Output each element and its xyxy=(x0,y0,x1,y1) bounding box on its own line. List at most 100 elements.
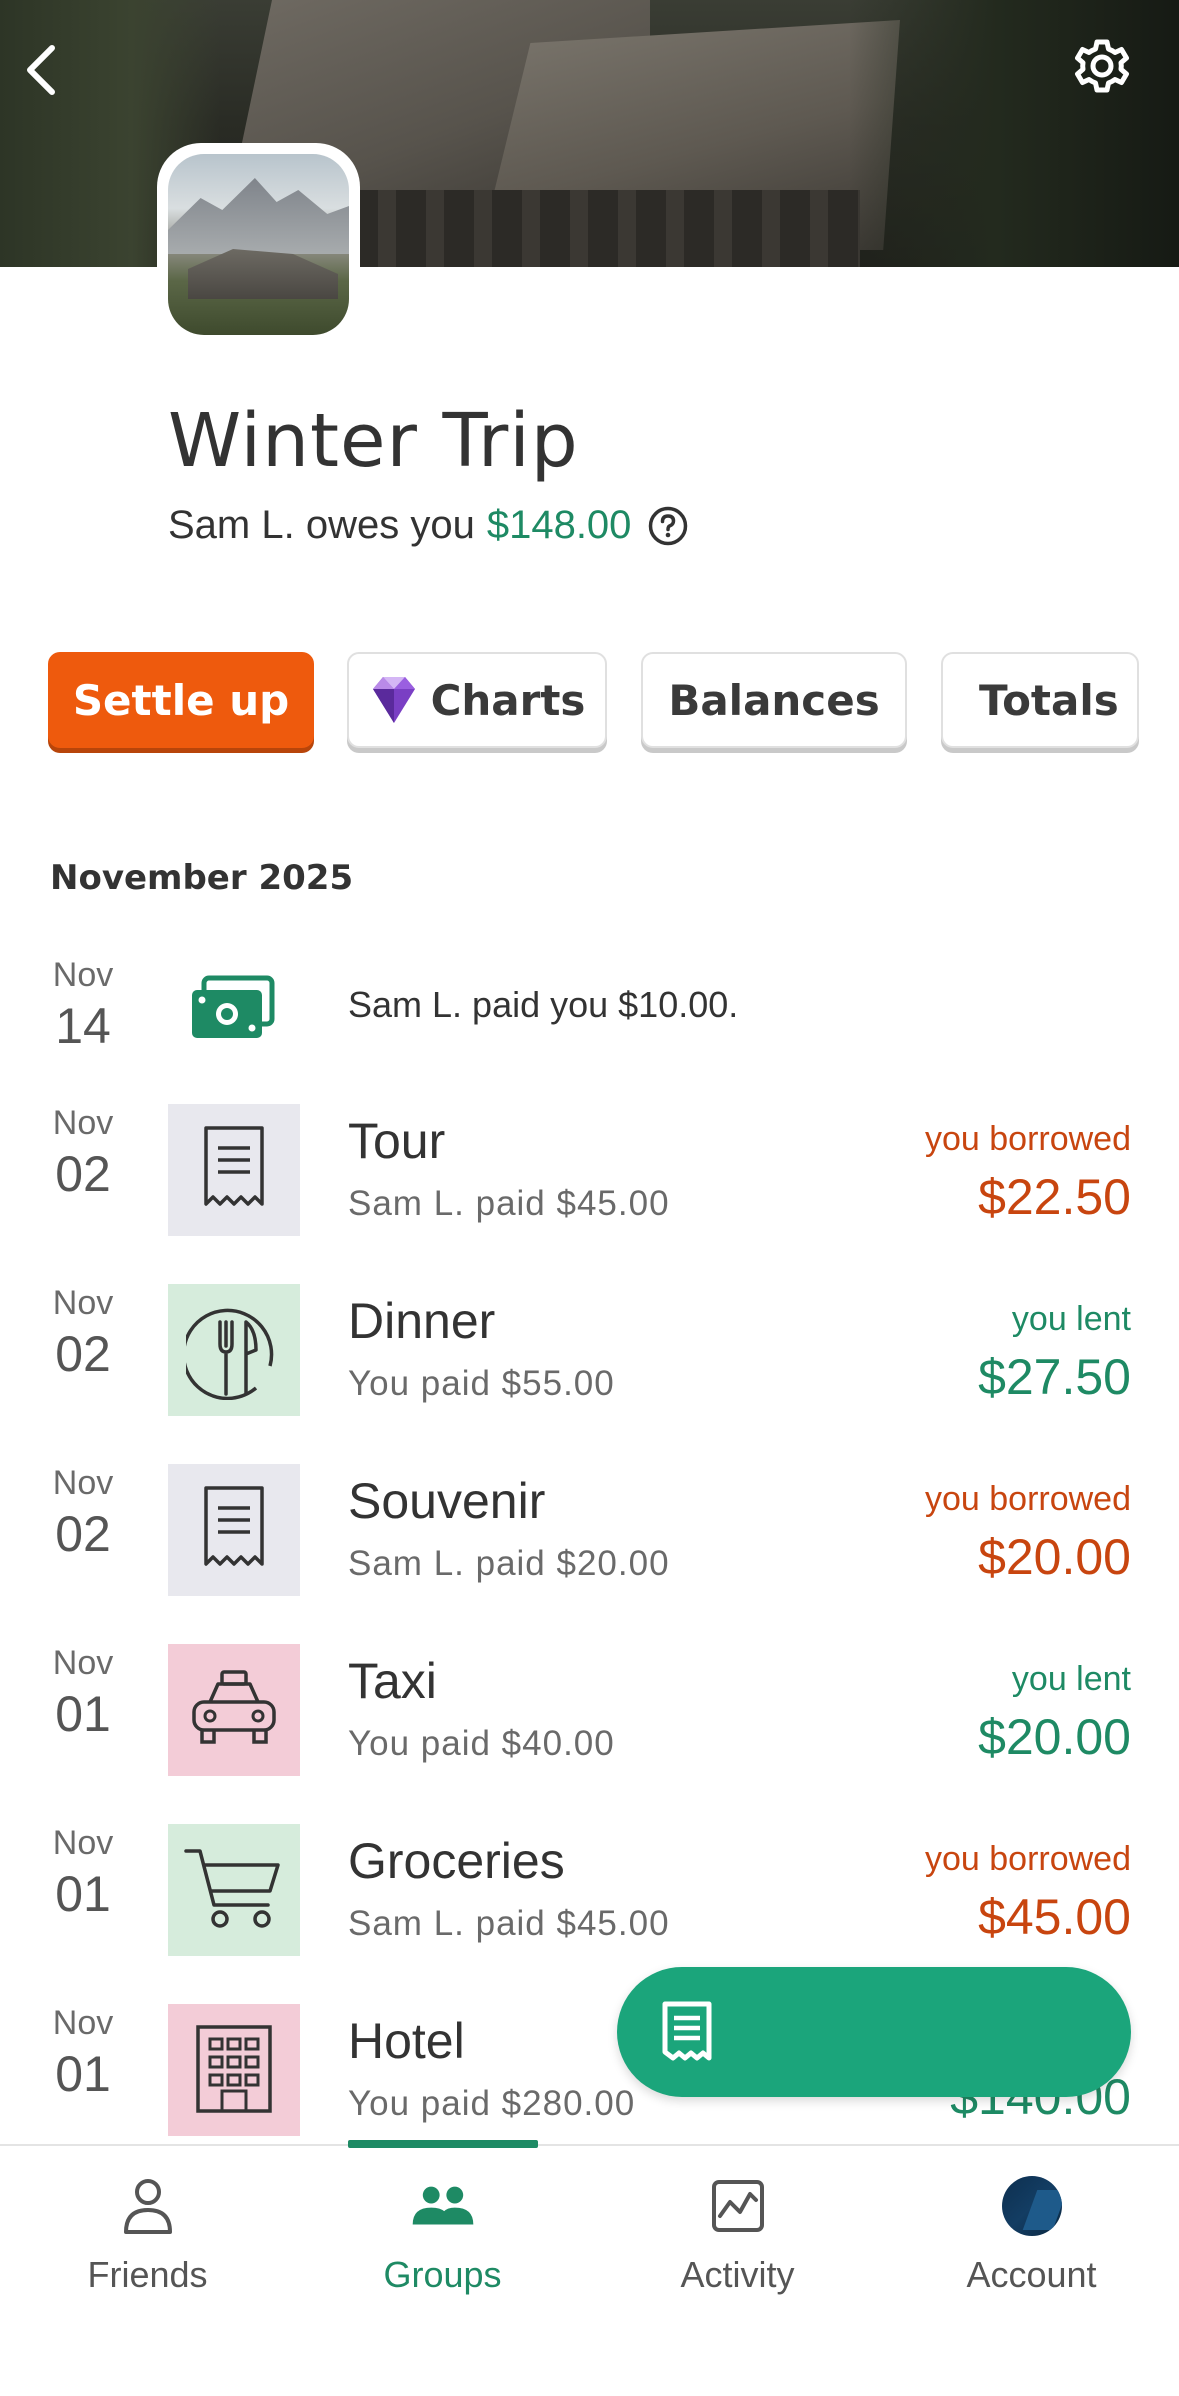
expense-row[interactable]: Nov 02 Souvenir Sam L. paid $20.00 you borro… xyxy=(0,1464,1179,1614)
entry-day: 02 xyxy=(55,1146,111,1202)
bottom-tab-bar: Friends Groups Activity Account xyxy=(0,2140,1179,2396)
expense-amount: $27.50 xyxy=(978,1349,1131,1405)
expense-title: Tour xyxy=(348,1113,446,1169)
expense-title: Souvenir xyxy=(348,1473,546,1529)
balance-amount: $148.00 xyxy=(486,503,632,547)
entry-day: 02 xyxy=(55,1506,111,1562)
group-avatar-image xyxy=(168,154,349,335)
expense-status: you borrowed xyxy=(924,1120,1131,1158)
account-avatar xyxy=(1001,2176,1062,2236)
entry-month: Nov xyxy=(52,1824,114,1862)
dining-icon xyxy=(181,1296,282,1405)
expense-payer: Sam L. paid $45.00 xyxy=(348,1904,670,1943)
expense-amount: $22.50 xyxy=(978,1169,1131,1225)
entry-month: Nov xyxy=(52,1644,114,1682)
entry-day: 14 xyxy=(55,998,111,1054)
entry-month: Nov xyxy=(52,2004,114,2042)
payment-text: Sam L. paid you $10.00. xyxy=(348,984,739,1025)
taxi-icon xyxy=(186,1666,282,1755)
receipt-icon xyxy=(662,2001,712,2061)
balances-button[interactable]: Balances xyxy=(641,652,907,748)
tab-friends-label: Friends xyxy=(87,2254,208,2295)
avatar-lodge xyxy=(188,249,338,299)
expense-row[interactable]: Nov 02 Dinner You paid $55.00 you lent $27.50 xyxy=(0,1284,1179,1434)
entry-date: Nov 14 xyxy=(20,956,146,1055)
category-tile xyxy=(168,1824,300,1956)
cash-icon xyxy=(192,975,275,1038)
expense-title: Hotel xyxy=(348,2013,465,2069)
expense-row[interactable]: Nov 01 Groceries Sam L. paid $45.00 you borr… xyxy=(0,1824,1179,1974)
group-title: Winter Trip xyxy=(168,398,579,484)
totals-button[interactable]: Totals xyxy=(941,652,1139,748)
balance-prefix: Sam L. owes you xyxy=(168,503,475,547)
tab-friends[interactable]: Friends xyxy=(0,2146,295,2326)
expense-status: you lent xyxy=(1011,1300,1131,1338)
expense-payer: Sam L. paid $45.00 xyxy=(348,1184,670,1223)
tab-groups[interactable]: Groups xyxy=(295,2146,590,2326)
entry-date: Nov 02 xyxy=(20,1464,146,1563)
activity-chart-icon xyxy=(711,2180,764,2232)
expense-title: Dinner xyxy=(348,1293,496,1349)
category-tile xyxy=(168,2004,300,2136)
tab-activity[interactable]: Activity xyxy=(590,2146,885,2326)
entry-day: 01 xyxy=(55,1686,111,1742)
tab-account-label: Account xyxy=(966,2254,1097,2295)
month-section-header: November 2025 xyxy=(50,858,354,898)
entry-month: Nov xyxy=(52,1464,114,1502)
group-icon xyxy=(412,2186,473,2225)
entry-date: Nov 01 xyxy=(20,1824,146,1923)
entry-date: Nov 01 xyxy=(20,2004,146,2103)
payment-row[interactable]: Nov 14 Sam L. paid you $10.00. xyxy=(0,956,1179,1066)
receipt-icon xyxy=(194,1122,274,1219)
tab-account[interactable]: Account xyxy=(884,2146,1179,2326)
hotel-icon xyxy=(192,2021,276,2120)
expense-amount: $20.00 xyxy=(978,1709,1131,1765)
charts-label: Charts xyxy=(430,675,586,725)
back-button[interactable] xyxy=(18,40,64,100)
add-expense-button[interactable] xyxy=(617,1967,1131,2097)
group-avatar[interactable] xyxy=(157,143,360,346)
totals-label: Totals xyxy=(979,675,1119,725)
receipt-icon xyxy=(194,1482,274,1579)
chevron-left-icon xyxy=(27,45,55,95)
tab-activity-label: Activity xyxy=(680,2254,795,2295)
expense-payer: Sam L. paid $20.00 xyxy=(348,1544,670,1583)
expense-status: you borrowed xyxy=(924,1480,1131,1518)
charts-button[interactable]: Charts xyxy=(347,652,607,748)
category-tile xyxy=(168,1104,300,1236)
expense-title: Groceries xyxy=(348,1833,565,1889)
expense-row[interactable]: Nov 02 Tour Sam L. paid $45.00 you borrowed $… xyxy=(0,1104,1179,1254)
settle-up-button[interactable]: Settle up xyxy=(48,652,314,748)
cover-lodge-wall xyxy=(300,190,860,267)
entry-month: Nov xyxy=(52,1284,114,1322)
help-circle-icon[interactable] xyxy=(647,505,689,547)
entry-date: Nov 02 xyxy=(20,1104,146,1203)
entry-day: 02 xyxy=(55,1326,111,1382)
expense-payer: You paid $55.00 xyxy=(348,1364,615,1403)
gem-icon xyxy=(372,677,415,723)
category-tile xyxy=(168,1644,300,1776)
expense-row[interactable]: Nov 01 Taxi You paid $40.00 you lent $20.00 xyxy=(0,1644,1179,1794)
tab-groups-label: Groups xyxy=(383,2254,502,2295)
expense-status: you borrowed xyxy=(924,1840,1131,1878)
balances-label: Balances xyxy=(668,675,880,725)
expense-status: you lent xyxy=(1011,1660,1131,1698)
category-tile xyxy=(168,1284,300,1416)
cart-icon xyxy=(182,1843,286,1938)
expense-payer: You paid $280.00 xyxy=(348,2084,636,2123)
avatar-mountain xyxy=(168,178,349,254)
expense-amount: $45.00 xyxy=(978,1889,1131,1945)
entry-date: Nov 01 xyxy=(20,1644,146,1743)
group-settings-button[interactable] xyxy=(1070,34,1134,98)
person-icon xyxy=(123,2179,172,2234)
expense-payer: You paid $40.00 xyxy=(348,1724,615,1763)
expense-title: Taxi xyxy=(348,1653,437,1709)
entry-day: 01 xyxy=(55,1866,111,1922)
expense-amount: $20.00 xyxy=(978,1529,1131,1585)
category-tile xyxy=(168,1464,300,1596)
entry-day: 01 xyxy=(55,2046,111,2102)
entry-month: Nov xyxy=(52,956,114,994)
gear-icon xyxy=(1075,39,1129,93)
entry-date: Nov 02 xyxy=(20,1284,146,1383)
entry-month: Nov xyxy=(52,1104,114,1142)
